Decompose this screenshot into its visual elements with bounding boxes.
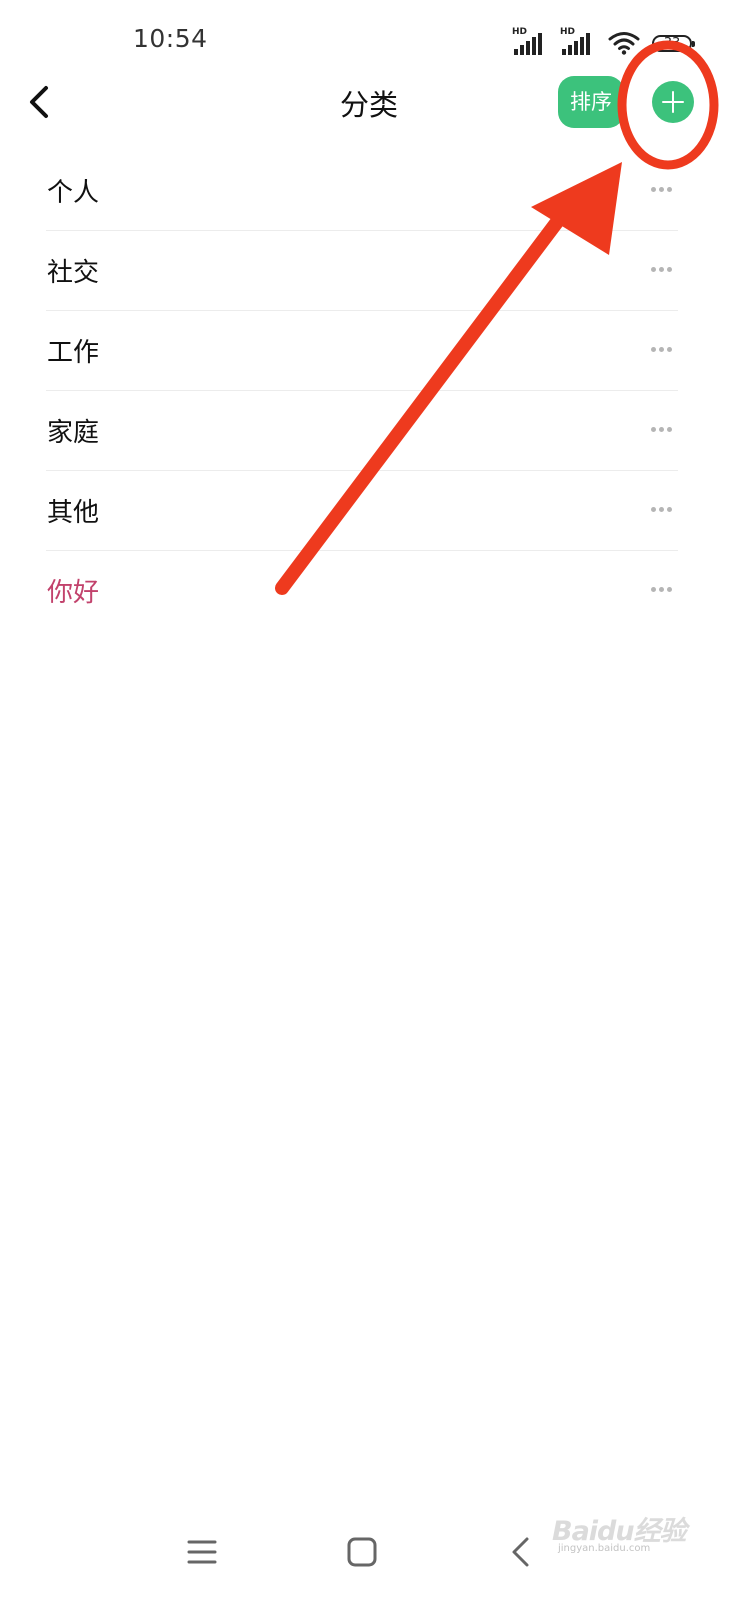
status-bar: 10:54 HD HD 33 — [0, 0, 738, 80]
signal-hd-icon: HD — [512, 27, 548, 57]
category-name: 家庭 — [47, 418, 100, 448]
header: 分类 排序 — [0, 70, 738, 134]
category-item-work[interactable]: 工作 — [46, 311, 678, 391]
category-name: 你好 — [47, 578, 100, 608]
category-item-hello[interactable]: 你好 — [46, 551, 678, 631]
add-category-button[interactable] — [652, 81, 694, 123]
home-square-icon — [347, 1537, 377, 1567]
sort-button[interactable]: 排序 — [558, 76, 624, 128]
signal-hd-icon: HD — [560, 27, 596, 57]
wifi-icon — [608, 31, 640, 55]
category-item-family[interactable]: 家庭 — [46, 391, 678, 471]
more-horizontal-icon[interactable] — [651, 187, 672, 192]
category-name: 工作 — [47, 338, 100, 368]
more-horizontal-icon[interactable] — [651, 267, 672, 272]
more-horizontal-icon[interactable] — [651, 347, 672, 352]
category-item-other[interactable]: 其他 — [46, 471, 678, 551]
status-icons: HD HD 33 — [512, 27, 695, 58]
more-horizontal-icon[interactable] — [651, 507, 672, 512]
system-back-button[interactable] — [500, 1530, 544, 1574]
category-name: 个人 — [47, 178, 100, 208]
category-item-personal[interactable]: 个人 — [46, 151, 678, 231]
more-horizontal-icon[interactable] — [651, 427, 672, 432]
home-button[interactable] — [340, 1530, 384, 1574]
category-name: 社交 — [47, 258, 100, 288]
more-horizontal-icon[interactable] — [651, 587, 672, 592]
menu-icon — [187, 1540, 217, 1564]
category-name: 其他 — [47, 498, 100, 528]
battery-icon: 33 — [652, 34, 695, 52]
screen: 10:54 HD HD 33 分类 排序 个人 社交 工作 家庭 其他 你好 B… — [0, 0, 738, 1600]
status-time: 10:54 — [133, 24, 208, 53]
back-chevron-icon — [512, 1537, 529, 1567]
page-title: 分类 — [339, 88, 398, 122]
menu-button[interactable] — [180, 1530, 224, 1574]
system-nav-bar — [0, 1500, 738, 1600]
category-item-social[interactable]: 社交 — [46, 231, 678, 311]
category-list: 个人 社交 工作 家庭 其他 你好 — [46, 151, 678, 631]
